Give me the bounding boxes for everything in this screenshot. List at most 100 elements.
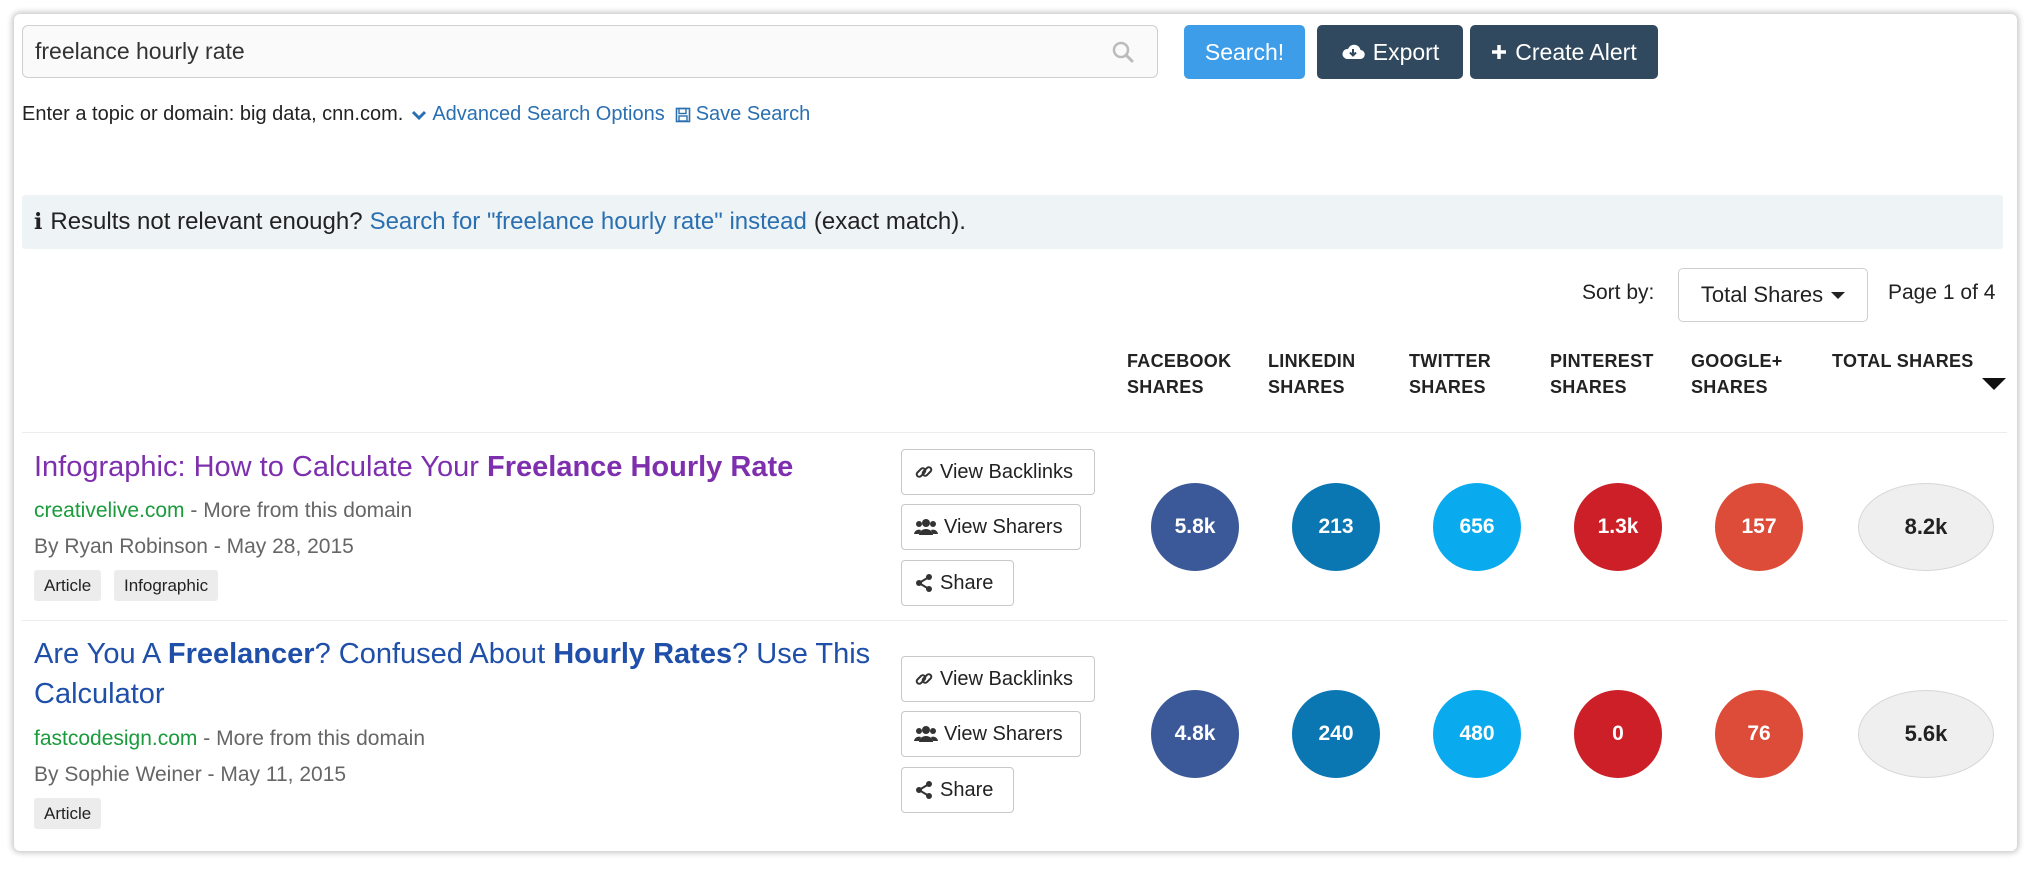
view-backlinks-label: View Backlinks	[940, 460, 1074, 483]
advanced-search-label: Advanced Search Options	[432, 103, 665, 125]
advanced-search-link[interactable]: Advanced Search Options	[411, 103, 665, 126]
more-from-domain-link[interactable]: - More from this domain	[203, 727, 425, 750]
col-label-line: FACEBOOK	[1127, 351, 1232, 371]
title-text: Are You A	[34, 638, 168, 670]
share-count: 5.8k	[1174, 515, 1216, 538]
result-title-link[interactable]: Infographic: How to Calculate Your Freel…	[34, 447, 894, 487]
col-googleplus-shares[interactable]: GOOGLE+ SHARES	[1691, 348, 1783, 400]
share-button[interactable]: Share	[901, 560, 1014, 606]
title-text: ? Confused About	[314, 638, 554, 670]
domain-link[interactable]: creativelive.com	[34, 499, 185, 522]
info-icon: i	[34, 209, 43, 235]
export-button[interactable]: Export	[1317, 25, 1463, 79]
domain-link[interactable]: fastcodesign.com	[34, 727, 197, 750]
view-sharers-button[interactable]: View Sharers	[901, 711, 1081, 757]
relevance-notice: i Results not relevant enough? Search fo…	[22, 195, 2003, 249]
view-backlinks-button[interactable]: View Backlinks	[901, 449, 1095, 495]
googleplus-shares-bubble[interactable]: 76	[1715, 690, 1803, 778]
search-button[interactable]: Search!	[1184, 25, 1305, 79]
title-text: Calculator	[34, 678, 165, 710]
total-shares-bubble: 5.6k	[1858, 690, 1994, 778]
sort-desc-icon[interactable]	[1982, 378, 2006, 390]
pinterest-shares-bubble[interactable]: 1.3k	[1574, 483, 1662, 571]
share-button[interactable]: Share	[901, 767, 1014, 813]
export-button-label: Export	[1372, 38, 1440, 65]
floppy-disk-icon	[675, 107, 691, 122]
share-icon	[916, 574, 932, 592]
search-input[interactable]	[23, 26, 1103, 77]
col-label-line: PINTEREST	[1550, 351, 1654, 371]
col-pinterest-shares[interactable]: PINTEREST SHARES	[1550, 348, 1654, 400]
share-count: 4.8k	[1174, 722, 1216, 745]
col-label-line: SHARES	[1550, 377, 1627, 397]
caret-down-icon	[1831, 291, 1846, 299]
search-icon[interactable]	[1111, 40, 1135, 69]
divider	[22, 432, 2007, 433]
share-label: Share	[940, 571, 994, 594]
linkedin-shares-bubble[interactable]: 213	[1292, 483, 1380, 571]
share-count: 1.3k	[1597, 515, 1639, 538]
col-total-shares[interactable]: TOTAL SHARES	[1832, 348, 1974, 374]
create-alert-label: Create Alert	[1515, 38, 1637, 65]
googleplus-shares-bubble[interactable]: 157	[1715, 483, 1803, 571]
link-icon	[915, 466, 933, 478]
facebook-shares-bubble[interactable]: 4.8k	[1151, 690, 1239, 778]
search-button-label: Search!	[1204, 38, 1285, 65]
save-search-label: Save Search	[695, 103, 811, 125]
link-icon	[915, 673, 933, 685]
title-highlight: Hourly Rates	[553, 638, 733, 670]
create-alert-button[interactable]: Create Alert	[1470, 25, 1658, 79]
result-title-link[interactable]: Are You A Freelancer? Confused About Hou…	[34, 634, 894, 714]
exact-match-link[interactable]: Search for "freelance hourly rate" inste…	[370, 208, 807, 236]
col-label-line: TOTAL SHARES	[1832, 351, 1974, 371]
share-label: Share	[940, 778, 994, 801]
sort-label: Sort by:	[1582, 281, 1655, 304]
col-label-line: SHARES	[1127, 377, 1204, 397]
tag-article[interactable]: Article	[34, 798, 102, 829]
twitter-shares-bubble[interactable]: 480	[1433, 690, 1521, 778]
col-label-line: GOOGLE+	[1691, 351, 1783, 371]
plus-icon	[1492, 45, 1507, 59]
twitter-shares-bubble[interactable]: 656	[1433, 483, 1521, 571]
title-text: Infographic: How to Calculate Your	[34, 451, 487, 483]
facebook-shares-bubble[interactable]: 5.8k	[1151, 483, 1239, 571]
cloud-download-icon	[1342, 44, 1365, 60]
divider	[22, 620, 2007, 621]
col-linkedin-shares[interactable]: LINKEDIN SHARES	[1268, 348, 1355, 400]
title-highlight: Freelancer	[167, 638, 315, 670]
title-highlight: Freelance Hourly Rate	[487, 451, 794, 483]
view-sharers-button[interactable]: View Sharers	[901, 504, 1081, 550]
col-label-line: TWITTER	[1409, 351, 1492, 371]
more-from-domain-link[interactable]: - More from this domain	[190, 499, 412, 522]
col-label-line: LINKEDIN	[1268, 351, 1356, 371]
total-shares-bubble: 8.2k	[1858, 483, 1994, 571]
search-hint: Enter a topic or domain: big data, cnn.c…	[22, 103, 404, 125]
search-help-line: Enter a topic or domain: big data, cnn.c…	[22, 103, 810, 126]
save-search-link[interactable]: Save Search	[675, 103, 811, 126]
pinterest-shares-bubble[interactable]: 0	[1574, 690, 1662, 778]
linkedin-shares-bubble[interactable]: 240	[1292, 690, 1380, 778]
tag-infographic[interactable]: Infographic	[114, 570, 219, 601]
share-count: 240	[1318, 722, 1354, 745]
share-count: 76	[1747, 722, 1771, 745]
tag-article[interactable]: Article	[34, 570, 102, 601]
results-panel: Search! Export Create Alert Enter a topi…	[14, 14, 2017, 851]
result-domain-line: creativelive.com - More from this domain	[34, 499, 412, 523]
view-sharers-label: View Sharers	[944, 515, 1063, 538]
share-count: 8.2k	[1904, 514, 1948, 539]
col-label-line: SHARES	[1691, 377, 1768, 397]
sort-selected: Total Shares	[1700, 282, 1824, 307]
col-twitter-shares[interactable]: TWITTER SHARES	[1409, 348, 1491, 400]
share-count: 157	[1741, 515, 1777, 538]
col-facebook-shares[interactable]: FACEBOOK SHARES	[1127, 348, 1231, 400]
view-sharers-label: View Sharers	[944, 722, 1063, 745]
users-icon	[914, 726, 938, 742]
notice-suffix: (exact match).	[813, 208, 966, 235]
users-icon	[914, 519, 938, 535]
sort-dropdown[interactable]: Total Shares	[1678, 268, 1868, 322]
share-count: 656	[1459, 515, 1495, 538]
result-domain-line: fastcodesign.com - More from this domain	[34, 727, 425, 751]
view-backlinks-button[interactable]: View Backlinks	[901, 656, 1095, 702]
page-indicator: Page 1 of 4	[1888, 281, 1996, 304]
result-byline: By Ryan Robinson - May 28, 2015	[34, 535, 354, 558]
